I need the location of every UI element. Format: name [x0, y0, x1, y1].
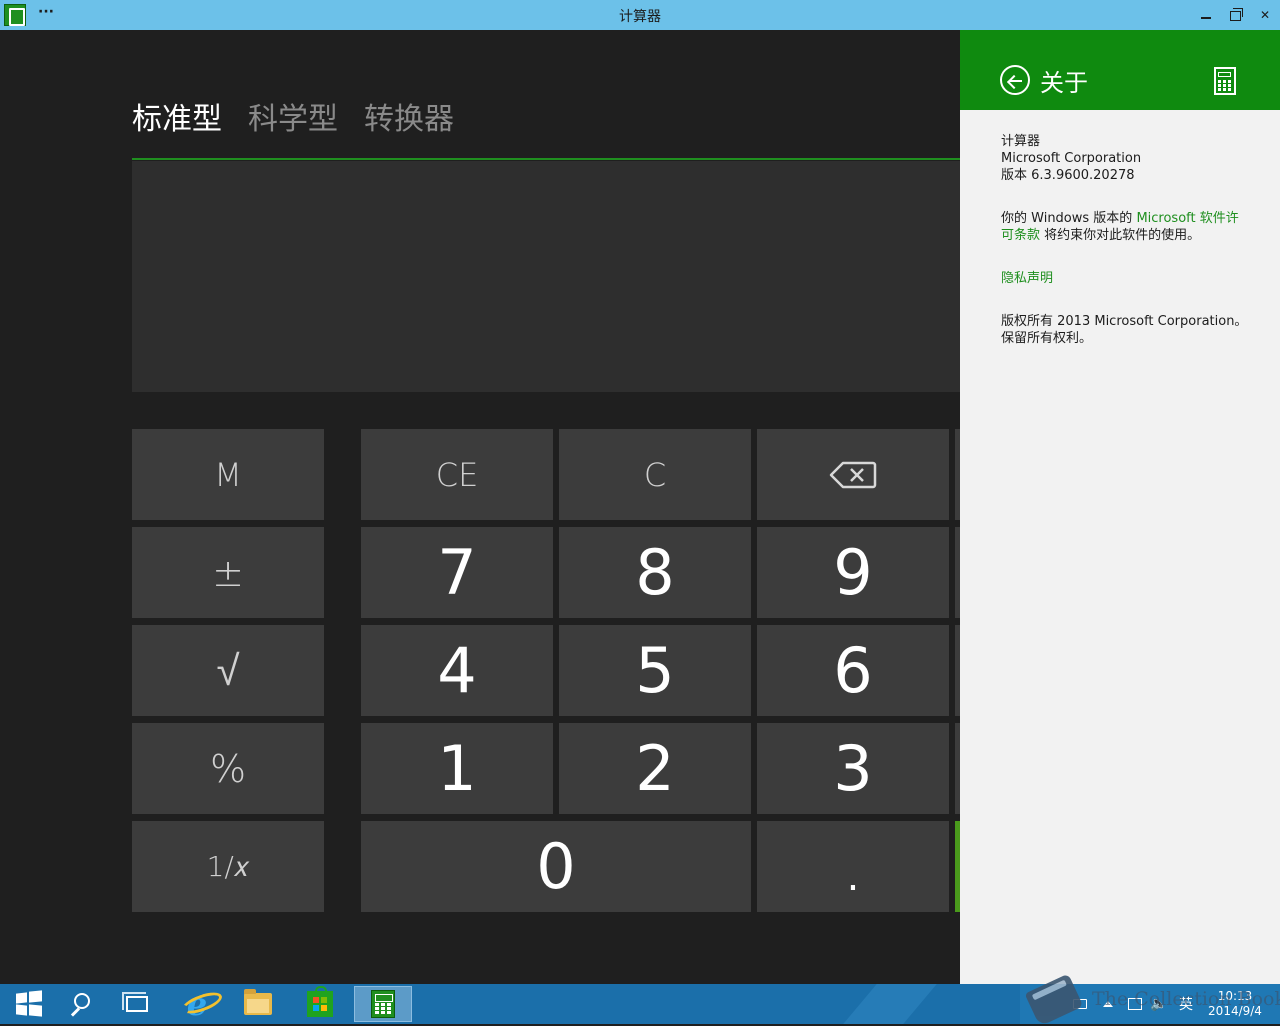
digit-8-button[interactable]: 8	[559, 527, 751, 618]
calculator-app-icon[interactable]	[4, 4, 26, 26]
back-arrow-icon[interactable]	[1000, 65, 1030, 95]
show-hidden-icons-button[interactable]	[1098, 984, 1118, 1024]
decimal-point-button[interactable]: .	[757, 821, 949, 912]
minimize-button[interactable]	[1192, 0, 1222, 30]
digit-9-button[interactable]: 9	[757, 527, 949, 618]
search-icon	[68, 993, 90, 1015]
license-prefix: 你的 Windows 版本的	[1001, 211, 1133, 226]
backspace-icon	[829, 461, 877, 488]
task-view-button[interactable]	[108, 986, 166, 1022]
title-bar: ··· 计算器 ✕	[0, 0, 1280, 30]
folder-icon	[244, 989, 272, 1015]
clock-time: 10:13	[1217, 989, 1253, 1003]
restore-button[interactable]	[1220, 0, 1250, 30]
mode-tabs: 标准型 科学型 转换器	[132, 94, 454, 138]
privacy-section: 隐私声明	[1001, 270, 1249, 287]
clear-button[interactable]: C	[559, 429, 751, 520]
license-suffix: 将约束你对此软件的使用。	[1044, 228, 1201, 243]
calculator-icon	[371, 990, 395, 1018]
app-info: 计算器 Microsoft Corporation 版本 6.3.9600.20…	[1001, 133, 1249, 184]
about-title: 关于	[1040, 69, 1088, 97]
backspace-button[interactable]	[757, 429, 949, 520]
calculator-display	[132, 161, 960, 392]
about-panel: 关于 计算器 Microsoft Corporation 版本 6.3.9600…	[960, 30, 1280, 984]
about-header: 关于	[960, 30, 1280, 110]
chevron-up-icon	[1103, 1001, 1113, 1007]
calculator-main: 标准型 科学型 转换器 M ± √ % 1/𝑥 CE C 7 8 9 4 5 6…	[0, 30, 960, 984]
speaker-icon: 🔈	[1150, 996, 1168, 1012]
digit-3-button[interactable]: 3	[757, 723, 949, 814]
tab-standard[interactable]: 标准型	[132, 94, 222, 138]
about-body: 计算器 Microsoft Corporation 版本 6.3.9600.20…	[1001, 133, 1249, 373]
privacy-statement-link[interactable]: 隐私声明	[1001, 271, 1053, 286]
input-method-indicator[interactable]: 英	[1174, 984, 1198, 1024]
reciprocal-button[interactable]: 1/𝑥	[132, 821, 324, 912]
app-commands-menu-button[interactable]: ···	[38, 4, 54, 20]
clock[interactable]: 10:13 2014/9/4	[1200, 984, 1270, 1024]
file-explorer-button[interactable]	[229, 986, 287, 1022]
windows-logo-icon	[16, 990, 42, 1017]
digit-7-button[interactable]: 7	[361, 527, 553, 618]
network-button[interactable]	[1124, 984, 1146, 1024]
percent-button[interactable]: %	[132, 723, 324, 814]
window-title: 计算器	[619, 9, 661, 25]
task-view-icon	[122, 992, 148, 1012]
digit-5-button[interactable]: 5	[559, 625, 751, 716]
network-icon	[1128, 998, 1142, 1010]
digit-0-button[interactable]: 0	[361, 821, 751, 912]
store-icon	[307, 986, 333, 1017]
store-button[interactable]	[291, 986, 349, 1022]
taskbar: e 🔈 英 10:13 2014/9/4	[0, 984, 1280, 1024]
license-text: 你的 Windows 版本的 Microsoft 软件许可条款 将约束你对此软件…	[1001, 210, 1249, 244]
tab-scientific[interactable]: 科学型	[248, 94, 338, 138]
internet-explorer-button[interactable]: e	[168, 985, 226, 1023]
square-root-button[interactable]: √	[132, 625, 324, 716]
clock-date: 2014/9/4	[1208, 1004, 1262, 1018]
digit-4-button[interactable]: 4	[361, 625, 553, 716]
publisher: Microsoft Corporation	[1001, 151, 1142, 166]
display-accent-line	[132, 158, 960, 160]
volume-button[interactable]: 🔈	[1148, 984, 1170, 1024]
version: 版本 6.3.9600.20278	[1001, 168, 1135, 183]
app-name: 计算器	[1001, 134, 1041, 149]
tab-converter[interactable]: 转换器	[364, 94, 454, 138]
digit-6-button[interactable]: 6	[757, 625, 949, 716]
memory-button[interactable]: M	[132, 429, 324, 520]
touch-keyboard-button[interactable]	[1070, 984, 1090, 1024]
clear-entry-button[interactable]: CE	[361, 429, 553, 520]
internet-explorer-icon: e	[186, 985, 208, 1023]
calculator-taskbar-button[interactable]	[354, 986, 412, 1022]
digit-1-button[interactable]: 1	[361, 723, 553, 814]
close-button[interactable]: ✕	[1250, 0, 1280, 30]
digit-2-button[interactable]: 2	[559, 723, 751, 814]
copyright: 版权所有 2013 Microsoft Corporation。保留所有权利。	[1001, 314, 1248, 346]
keyboard-icon	[1073, 999, 1087, 1009]
calculator-icon	[1214, 67, 1236, 95]
plus-minus-button[interactable]: ±	[132, 527, 324, 618]
search-button[interactable]	[50, 986, 108, 1022]
